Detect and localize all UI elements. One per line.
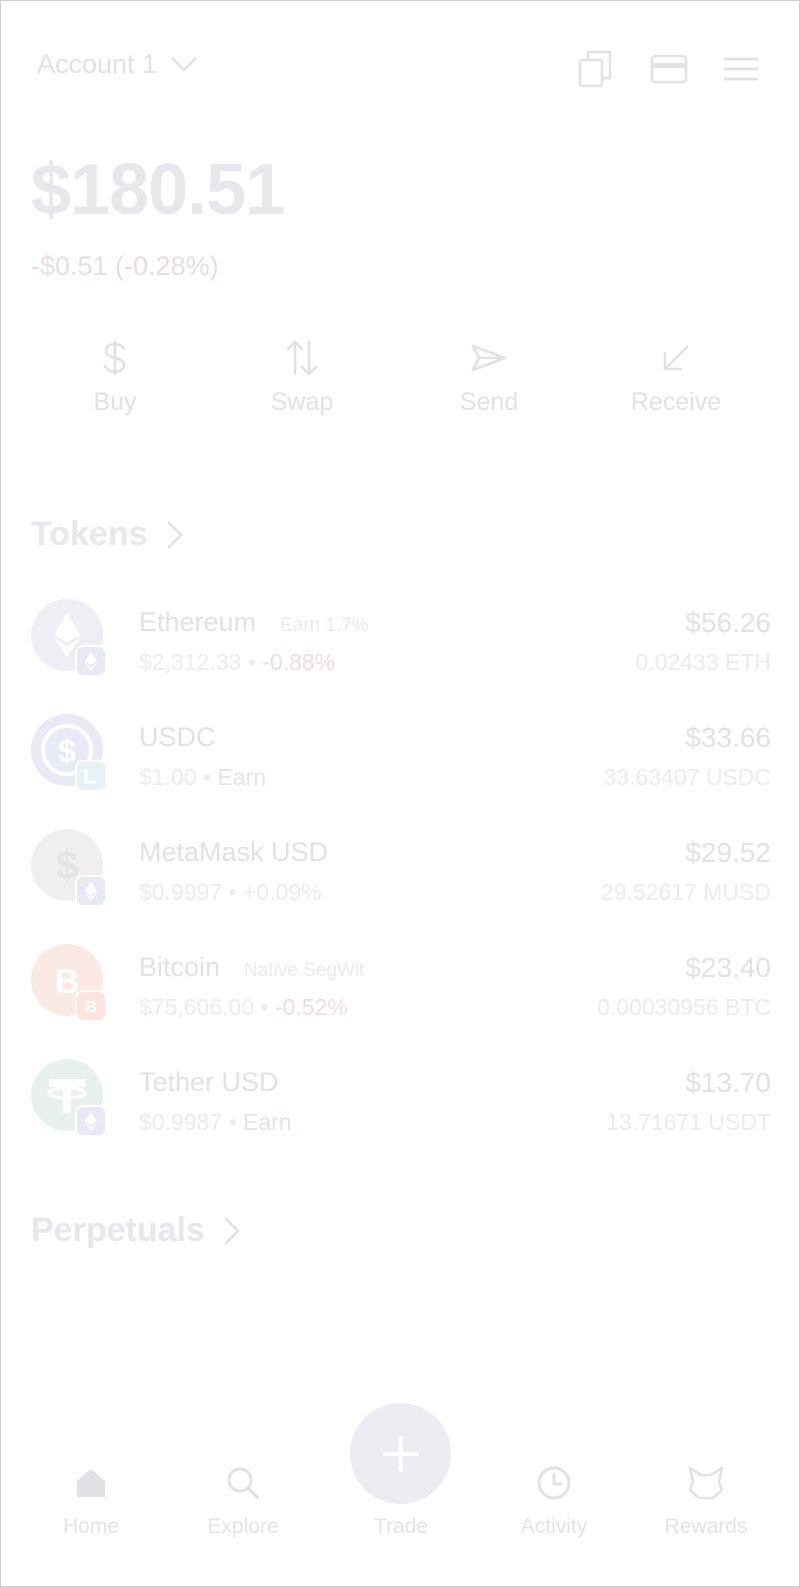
ethereum-network-badge-icon	[75, 875, 107, 907]
token-amount: 13.71671 USDT	[606, 1109, 771, 1135]
tab-rewards-label: Rewards	[664, 1515, 748, 1538]
balance-change: -$0.51 (-0.28%)	[31, 251, 219, 281]
token-name: USDC	[139, 722, 216, 753]
linea-network-badge-icon	[75, 760, 107, 792]
token-fiat-value: $13.70	[685, 1067, 771, 1098]
svg-text:$: $	[58, 733, 76, 769]
perpetuals-title: Perpetuals	[31, 1211, 205, 1249]
tab-activity[interactable]: Activity	[489, 1461, 619, 1539]
swap-label: Swap	[270, 388, 334, 416]
copy-icon[interactable]	[573, 41, 617, 97]
fox-icon	[687, 1461, 725, 1505]
search-icon	[226, 1461, 260, 1505]
send-label: Send	[459, 388, 519, 416]
swap-button[interactable]: Swap	[227, 336, 377, 426]
bitcoin-network-badge-icon: B	[75, 990, 107, 1022]
chevron-down-icon	[171, 57, 197, 71]
account-label: Account 1	[37, 49, 158, 79]
token-tag: Native SegWit	[244, 960, 365, 981]
ethereum-network-badge-icon	[75, 1105, 107, 1137]
ethereum-network-badge-icon	[75, 645, 107, 677]
token-name: Bitcoin Native SegWit	[139, 952, 364, 983]
swap-arrows-icon	[285, 336, 319, 380]
token-price: $75,606.00	[139, 994, 255, 1020]
tab-rewards[interactable]: Rewards	[641, 1461, 771, 1539]
tab-activity-label: Activity	[520, 1515, 588, 1538]
bottom-tab-bar: Home Explore Trade Activity Rewards	[1, 1401, 800, 1551]
token-price: $2,312.33	[139, 649, 242, 675]
buy-button[interactable]: Buy	[40, 336, 190, 426]
send-icon	[470, 336, 508, 380]
token-amount: 0.02433 ETH	[635, 649, 771, 675]
token-price-line: $2,312.33 • -0.88%	[139, 649, 336, 675]
perpetuals-section-header[interactable]: Perpetuals	[31, 1211, 241, 1250]
token-name-text: Ethereum	[139, 607, 257, 637]
token-change: +0.09%	[242, 879, 322, 905]
token-name-text: MetaMask USD	[139, 837, 329, 867]
token-row-tether-usd[interactable]: Tether USD $0.9987 • Earn $13.70 13.7167…	[31, 1059, 771, 1139]
token-change: -0.52%	[274, 994, 348, 1020]
token-price-line: $1.00 • Earn	[139, 764, 266, 790]
receive-button[interactable]: Receive	[601, 336, 751, 426]
clock-icon	[536, 1461, 572, 1505]
token-fiat-value: $56.26	[685, 607, 771, 638]
card-icon[interactable]	[647, 41, 691, 97]
token-amount: 0.00030956 BTC	[597, 994, 771, 1020]
tab-home-label: Home	[62, 1515, 120, 1538]
token-name-text: Tether USD	[139, 1067, 279, 1097]
token-row-bitcoin[interactable]: B B Bitcoin Native SegWit $75,606.00 • -0…	[31, 944, 771, 1024]
token-row-usdc[interactable]: $ USDC $1.00 • Earn $33.66 33.63407 USDC	[31, 714, 771, 794]
chevron-right-icon	[224, 1217, 240, 1244]
buy-label: Buy	[93, 388, 137, 416]
token-row-ethereum[interactable]: Ethereum Earn 1.7% $2,312.33 • -0.88% $56…	[31, 599, 771, 679]
token-name: Tether USD	[139, 1067, 279, 1098]
receive-arrow-icon	[661, 336, 691, 380]
token-change: -0.88%	[262, 649, 336, 675]
token-amount: 33.63407 USDC	[603, 764, 772, 790]
token-amount: 29.52617 MUSD	[600, 879, 771, 905]
token-name-text: Bitcoin	[139, 952, 221, 982]
tab-explore-label: Explore	[207, 1515, 279, 1538]
token-price-line: $0.9997 • +0.09%	[139, 879, 322, 905]
total-balance: $180.51	[31, 150, 285, 230]
token-fiat-value: $33.66	[685, 722, 771, 753]
menu-icon[interactable]	[719, 41, 763, 97]
tokens-section-header[interactable]: Tokens	[31, 515, 184, 554]
tab-home[interactable]: Home	[26, 1461, 156, 1539]
token-price: $1.00	[139, 764, 197, 790]
token-earn-link[interactable]: Earn	[243, 1109, 292, 1135]
token-price-line: $0.9987 • Earn	[139, 1109, 292, 1135]
account-selector[interactable]: Account 1	[37, 49, 197, 80]
token-tag: Earn 1.7%	[280, 615, 369, 636]
tokens-title: Tokens	[31, 515, 148, 553]
token-name: Ethereum Earn 1.7%	[139, 607, 369, 638]
tab-trade[interactable]: Trade	[336, 1461, 466, 1539]
app-screen: Account 1 $180.51 -$0.51 (-0.28%) Buy Sw…	[0, 0, 800, 1587]
home-icon	[75, 1461, 107, 1505]
quick-actions: Buy Swap Send Receive	[21, 336, 781, 426]
token-row-metamask-usd[interactable]: $ MetaMask USD $0.9997 • +0.09% $29.52 2…	[31, 829, 771, 909]
token-name-text: USDC	[139, 722, 216, 752]
chevron-right-icon	[167, 521, 182, 548]
token-price-line: $75,606.00 • -0.52%	[139, 994, 348, 1020]
token-name: MetaMask USD	[139, 837, 328, 868]
token-price: $0.9987	[139, 1109, 223, 1135]
tab-trade-label: Trade	[373, 1515, 429, 1538]
header: Account 1	[37, 41, 767, 97]
receive-label: Receive	[630, 388, 722, 416]
token-fiat-value: $29.52	[685, 837, 771, 868]
send-button[interactable]: Send	[414, 336, 564, 426]
token-earn-link[interactable]: Earn	[217, 764, 266, 790]
token-price: $0.9997	[139, 879, 223, 905]
tab-explore[interactable]: Explore	[178, 1461, 308, 1539]
svg-text:B: B	[85, 999, 97, 1016]
token-fiat-value: $23.40	[685, 952, 771, 983]
dollar-icon	[102, 336, 128, 380]
